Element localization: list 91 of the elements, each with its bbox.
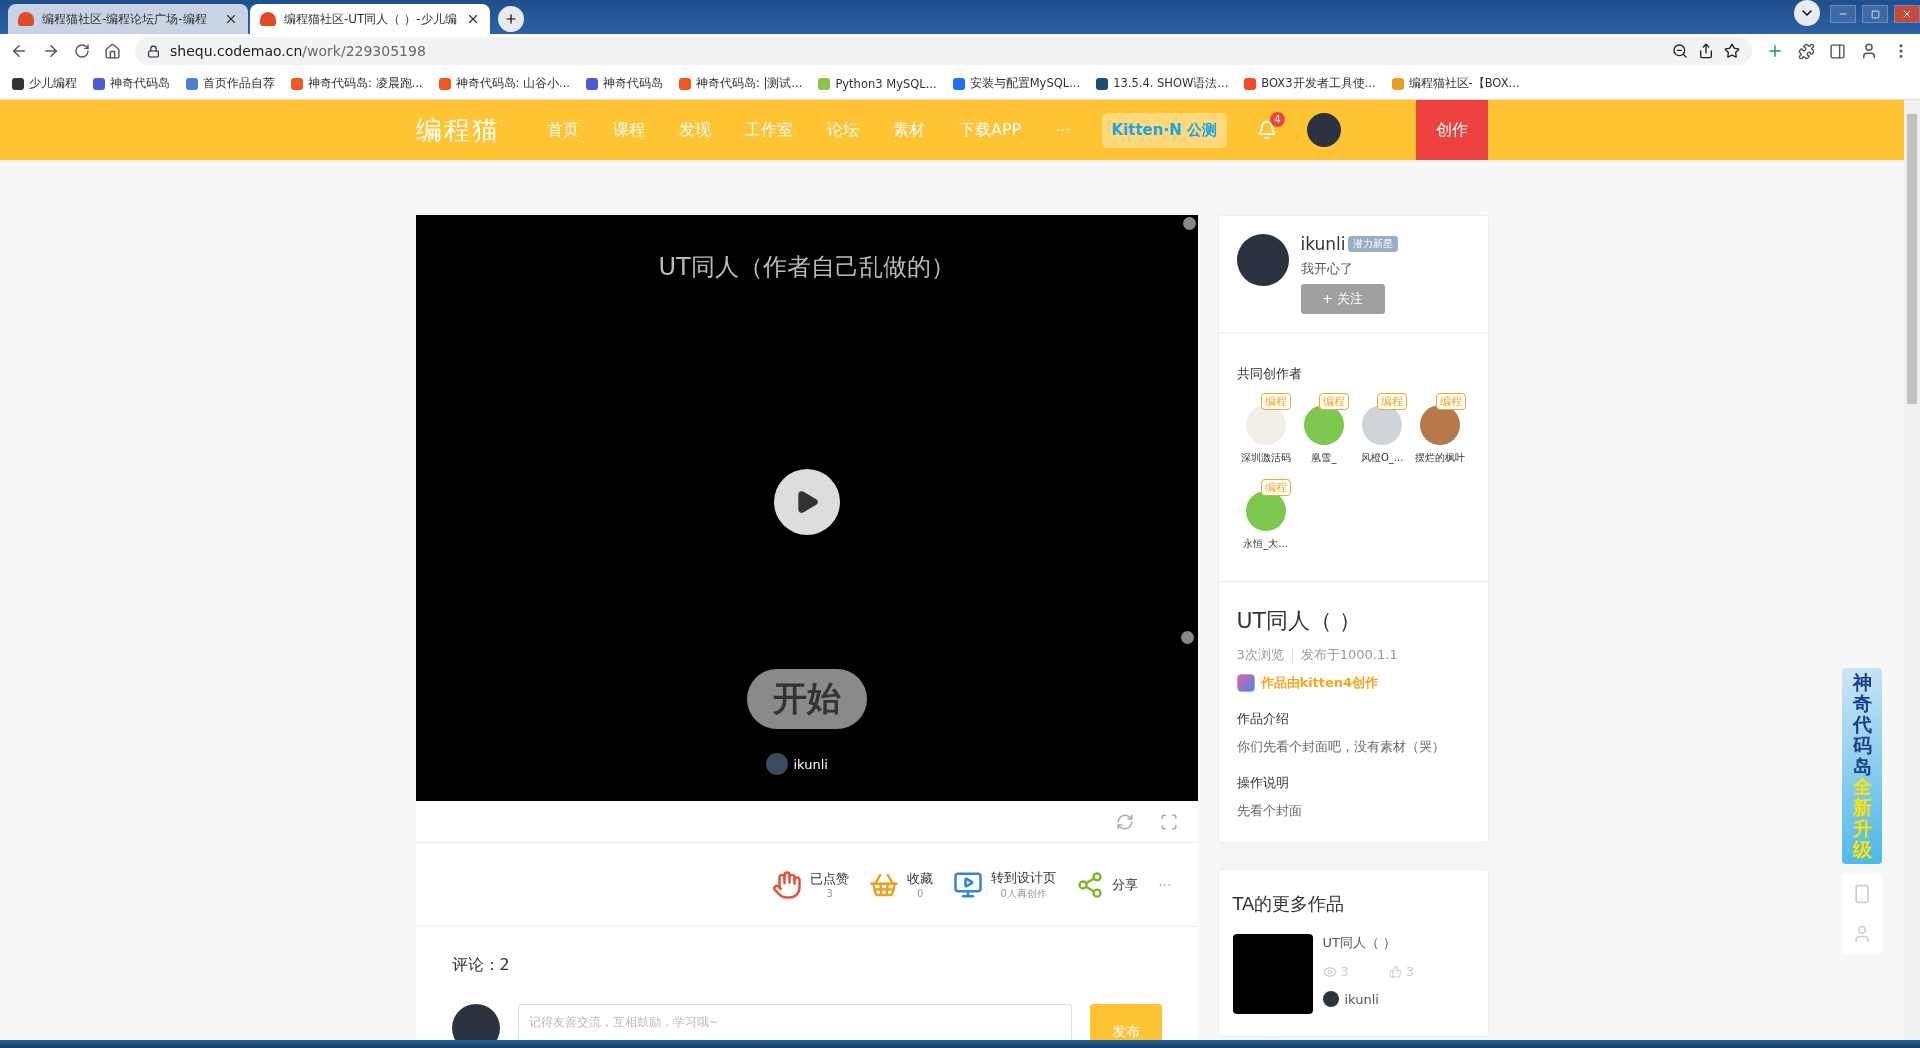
thumbs-up-icon bbox=[1388, 965, 1402, 978]
close-icon[interactable] bbox=[466, 12, 480, 26]
share-icon[interactable] bbox=[1698, 43, 1714, 59]
coauthor-tag: 编程 bbox=[1260, 479, 1291, 496]
action-button[interactable]: 转到设计页 0人再创作 bbox=[953, 868, 1057, 901]
author-name[interactable]: ikunli bbox=[1344, 991, 1379, 1007]
maximize-icon bbox=[1870, 9, 1880, 19]
coauthor-name[interactable]: 凰雪_ bbox=[1311, 451, 1337, 465]
puzzle-icon[interactable] bbox=[1798, 42, 1815, 60]
zoom-out-icon[interactable] bbox=[1672, 43, 1688, 59]
comment-input[interactable]: 记得友善交流，互相鼓励，学习哦~ bbox=[517, 1004, 1072, 1040]
action-button[interactable]: 收藏 0 bbox=[869, 869, 934, 900]
view-count: 3次浏览 bbox=[1236, 646, 1284, 664]
reload-icon[interactable] bbox=[74, 43, 90, 59]
section-title: 操作说明 bbox=[1236, 774, 1290, 792]
author-avatar bbox=[1322, 991, 1339, 1007]
creator-note: 作品由kitten4创作 bbox=[1260, 674, 1379, 692]
coauthor-name[interactable]: 摆烂的枫叶 bbox=[1415, 451, 1466, 465]
user-avatar[interactable] bbox=[1306, 113, 1341, 147]
restart-icon[interactable] bbox=[1115, 812, 1134, 831]
close-button[interactable] bbox=[1894, 5, 1920, 23]
bookmark-link[interactable]: 编程猫社区-【BOX... bbox=[1391, 76, 1520, 91]
browser-tab[interactable]: 编程猫社区-编程论坛广场-编程 bbox=[8, 4, 248, 34]
publish-date: 发布于1000.1.1 bbox=[1300, 646, 1398, 664]
back-icon[interactable] bbox=[10, 42, 28, 60]
bookmark-link[interactable]: 神奇代码岛: 凌晨跑... bbox=[291, 76, 423, 91]
coauthor-tag: 编程 bbox=[1260, 393, 1291, 410]
stage-title: UT同人（作者自己乱做的） bbox=[658, 252, 955, 283]
bookmark-link[interactable]: BOX3开发者工具使... bbox=[1244, 76, 1376, 91]
browser-tab[interactable]: 编程猫社区-UT同人（ ）-少儿编 bbox=[250, 4, 490, 34]
work-title: UT同人（ ） bbox=[1236, 607, 1363, 635]
author-motto: 我开心了 bbox=[1300, 260, 1354, 278]
bookmark-link[interactable]: 少儿编程 bbox=[12, 76, 77, 91]
coauthor-name[interactable]: 永恒_大... bbox=[1243, 537, 1288, 551]
coauthor-tag: 编程 bbox=[1377, 393, 1408, 410]
close-icon bbox=[1901, 8, 1913, 20]
work-intro: 你们先看个封面吧，没有素材（哭） bbox=[1236, 738, 1446, 756]
level-badge: 潜力新星 bbox=[1347, 236, 1398, 252]
profile-icon[interactable] bbox=[1860, 42, 1878, 60]
bookmark-link[interactable]: 神奇代码岛 bbox=[93, 76, 170, 91]
action-button[interactable]: 已点赞 3 bbox=[772, 869, 850, 900]
eye-icon bbox=[1322, 964, 1337, 979]
bookmark-link[interactable]: 神奇代码岛 bbox=[586, 76, 663, 91]
author-name[interactable]: ikunli bbox=[1300, 234, 1346, 254]
bookmark-link[interactable]: 神奇代码岛: |测试... bbox=[679, 76, 803, 91]
stage-author: ikunli bbox=[793, 756, 828, 772]
new-tab-button[interactable] bbox=[498, 6, 524, 32]
url-text: shequ.codemao.cn/work/229305198 bbox=[170, 43, 426, 59]
section-title: 共同创作者 bbox=[1236, 366, 1302, 381]
close-icon[interactable] bbox=[224, 12, 238, 26]
lock-icon bbox=[147, 44, 160, 58]
create-button[interactable]: 创作 bbox=[1416, 100, 1488, 160]
tab-title: 编程猫社区-编程论坛广场-编程 bbox=[42, 10, 208, 28]
coauthor-name[interactable]: 风橙O_... bbox=[1360, 451, 1404, 465]
kitten-icon bbox=[1236, 674, 1255, 692]
author-avatar bbox=[1236, 234, 1289, 286]
star-icon[interactable] bbox=[1724, 43, 1740, 59]
coauthor-tag: 编程 bbox=[1435, 393, 1466, 410]
maximize-button[interactable] bbox=[1862, 5, 1888, 23]
bookmark-link[interactable]: 神奇代码岛: 山谷小... bbox=[438, 76, 570, 91]
coauthor-name[interactable]: 深圳激活码 bbox=[1240, 451, 1291, 465]
stage-dot bbox=[1182, 217, 1196, 230]
start-button[interactable]: 开始 bbox=[746, 669, 867, 729]
bookmark-link[interactable]: 13.5.4. SHOW语法... bbox=[1096, 76, 1229, 91]
side-panel-icon[interactable] bbox=[1829, 42, 1846, 60]
coauthor-tag: 编程 bbox=[1319, 393, 1349, 410]
address-bar[interactable]: shequ.codemao.cn/work/229305198 bbox=[135, 37, 1752, 65]
work-title[interactable]: UT同人（ ） bbox=[1322, 934, 1415, 952]
notification-count: 4 bbox=[1269, 112, 1285, 127]
bookmark-link[interactable]: 首页作品自荐 bbox=[186, 76, 275, 91]
forward-icon[interactable] bbox=[42, 42, 60, 60]
scrollbar[interactable] bbox=[1904, 100, 1920, 1040]
bookmark-link[interactable]: Python3 MySQL... bbox=[818, 76, 937, 91]
tab-title: 编程猫社区-UT同人（ ）-少儿编 bbox=[284, 10, 458, 28]
plus-icon bbox=[504, 11, 518, 27]
home-icon[interactable] bbox=[104, 42, 121, 60]
promo-banner[interactable]: 神奇代码岛 全新升级 bbox=[1842, 668, 1882, 864]
work-instructions: 先看个封面 bbox=[1236, 802, 1303, 820]
user-avatar bbox=[451, 1004, 500, 1040]
section-title: 作品介绍 bbox=[1236, 710, 1290, 728]
work-thumbnail[interactable] bbox=[1232, 934, 1313, 1014]
coauthor-avatar[interactable] bbox=[1420, 405, 1461, 445]
section-title: TA的更多作品 bbox=[1232, 893, 1345, 914]
action-button[interactable]: 分享 bbox=[1076, 870, 1139, 899]
comment-count: 评论：2 bbox=[451, 955, 511, 976]
bookmark-link[interactable]: 安装与配置MySQL... bbox=[952, 76, 1081, 91]
tab-search-button[interactable] bbox=[1794, 0, 1820, 26]
hand-icon bbox=[772, 869, 803, 900]
author-avatar bbox=[765, 753, 788, 775]
share-icon bbox=[1076, 870, 1105, 899]
stage-dot bbox=[1180, 631, 1194, 644]
